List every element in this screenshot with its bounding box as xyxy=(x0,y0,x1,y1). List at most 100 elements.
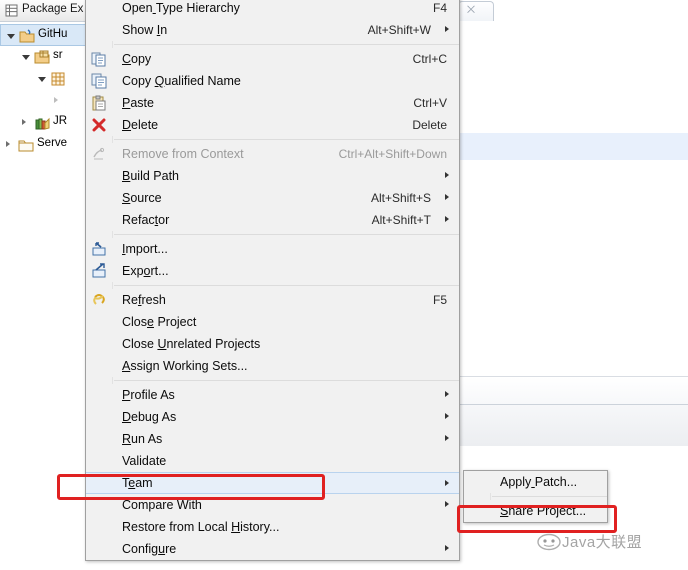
submenu-arrow-icon xyxy=(445,413,449,419)
menu-item-team[interactable]: Team xyxy=(86,472,459,494)
package-icon xyxy=(50,71,66,87)
menu-item-label: Close Unrelated Projects xyxy=(122,337,261,351)
menu-item-open-type-hierarchy[interactable]: Open Type Hierarchy F4 xyxy=(86,0,459,19)
copy-icon xyxy=(91,51,107,67)
menu-item-delete[interactable]: Delete Delete xyxy=(86,114,459,136)
menu-item-export[interactable]: Export... xyxy=(86,260,459,282)
editor-tab[interactable]: ⨉ xyxy=(458,1,494,21)
menu-item-profile-as[interactable]: Profile As xyxy=(86,384,459,406)
submenu-arrow-icon xyxy=(445,391,449,397)
menu-item-shortcut: Ctrl+V xyxy=(413,96,447,110)
menu-item-label: Assign Working Sets... xyxy=(122,359,248,373)
menu-item-paste[interactable]: Paste Ctrl+V xyxy=(86,92,459,114)
source-folder-icon xyxy=(34,49,50,65)
menu-item-label: Validate xyxy=(122,454,167,468)
context-menu-items: Open Type Hierarchy F4 Show In Alt+Shift+W C… xyxy=(86,0,459,560)
menu-item-close-unrelated-projects[interactable]: Close Unrelated Projects xyxy=(86,333,459,355)
submenu-arrow-icon xyxy=(445,216,449,222)
tree-expand-arrow-open-icon[interactable] xyxy=(7,34,15,39)
eclipse-window: Package Ex GitHusrJRServe ⨉ ckage com.so… xyxy=(0,0,688,570)
menu-item-label: Compare With xyxy=(122,498,202,512)
delete-icon xyxy=(91,117,107,133)
menu-item-label: Copy xyxy=(122,52,152,66)
tree-item[interactable] xyxy=(0,90,90,112)
tree-expand-arrow-open-icon[interactable] xyxy=(38,77,46,82)
menu-item-label: Apply Patch... xyxy=(500,475,578,489)
menu-item-apply-patch[interactable]: Apply Patch... xyxy=(464,471,607,493)
menu-item-compare-with[interactable]: Compare With xyxy=(86,494,459,516)
menu-item-label: Open Type Hierarchy xyxy=(122,1,240,15)
tree-expand-arrow-icon[interactable] xyxy=(22,119,26,125)
menu-item-label: Show In xyxy=(122,23,168,37)
tree-item[interactable]: GitHu xyxy=(0,24,90,46)
menu-separator xyxy=(114,285,459,286)
menu-item-label: Debug As xyxy=(122,410,177,424)
menu-item-assign-working-sets[interactable]: Assign Working Sets... xyxy=(86,355,459,377)
menu-item-copy-qualified-name[interactable]: Copy Qualified Name xyxy=(86,70,459,92)
package-explorer-view: Package Ex GitHu sr JR Serve xyxy=(0,0,90,570)
java-project-icon xyxy=(19,28,35,44)
jre-library-icon xyxy=(34,115,50,131)
menu-item-label: Refresh xyxy=(122,293,166,307)
menu-item-shortcut: Alt+Shift+T xyxy=(371,213,431,227)
menu-item-restore-from-local-history[interactable]: Restore from Local History... xyxy=(86,516,459,538)
project-tree[interactable]: GitHu sr JR Serve xyxy=(0,24,90,156)
export-icon xyxy=(91,263,107,279)
menu-item-label: Profile As xyxy=(122,388,175,402)
tree-item-label: JR xyxy=(53,115,68,127)
tree-item-label: Serve xyxy=(37,137,68,149)
menu-item-close-project[interactable]: Close Project xyxy=(86,311,459,333)
submenu-arrow-icon xyxy=(445,480,449,486)
menu-item-import[interactable]: Import... xyxy=(86,238,459,260)
menu-item-debug-as[interactable]: Debug As xyxy=(86,406,459,428)
tree-expand-arrow-icon[interactable] xyxy=(54,97,58,103)
menu-item-build-path[interactable]: Build Path xyxy=(86,165,459,187)
package-explorer-tab-label: Package Ex xyxy=(22,3,84,15)
menu-item-validate[interactable]: Validate xyxy=(86,450,459,472)
copy-qualified-name-icon xyxy=(91,73,107,89)
menu-item-source[interactable]: Source Alt+Shift+S xyxy=(86,187,459,209)
menu-item-shortcut: Ctrl+C xyxy=(412,52,447,66)
menu-item-label: Import... xyxy=(122,242,168,256)
menu-item-label: Export... xyxy=(122,264,169,278)
tree-item[interactable]: JR xyxy=(0,112,90,134)
menu-item-show-in[interactable]: Show In Alt+Shift+W xyxy=(86,19,459,41)
menu-item-refresh[interactable]: Refresh F5 xyxy=(86,289,459,311)
menu-item-configure[interactable]: Configure xyxy=(86,538,459,560)
menu-item-shortcut: Alt+Shift+S xyxy=(370,191,431,205)
tree-expand-arrow-icon[interactable] xyxy=(6,141,10,147)
tree-item[interactable]: sr xyxy=(0,46,90,68)
menu-item-shortcut: F5 xyxy=(432,293,447,307)
menu-item-shortcut: Delete xyxy=(412,118,447,132)
submenu-arrow-icon xyxy=(445,172,449,178)
import-icon xyxy=(91,241,107,257)
tree-item[interactable] xyxy=(0,68,90,90)
menu-item-label: Refactor xyxy=(122,213,170,227)
menu-separator xyxy=(114,380,459,381)
submenu-arrow-icon xyxy=(445,194,449,200)
menu-item-label: Build Path xyxy=(122,169,179,183)
menu-item-copy[interactable]: Copy Ctrl+C xyxy=(86,48,459,70)
package-explorer-tab[interactable]: Package Ex xyxy=(0,0,90,22)
tree-expand-arrow-open-icon[interactable] xyxy=(22,55,30,60)
context-menu[interactable]: Open Type Hierarchy F4 Show In Alt+Shift+W C… xyxy=(85,0,460,561)
menu-item-run-as[interactable]: Run As xyxy=(86,428,459,450)
menu-item-refactor[interactable]: Refactor Alt+Shift+T xyxy=(86,209,459,231)
editor-tab-close-icon[interactable]: ⨉ xyxy=(467,5,475,16)
paste-icon xyxy=(91,95,107,111)
tree-item[interactable]: Serve xyxy=(0,134,90,156)
tree-item-label: sr xyxy=(53,49,63,61)
menu-item-label: Copy Qualified Name xyxy=(122,74,241,88)
menu-item-remove-from-context: Remove from Context Ctrl+Alt+Shift+Down xyxy=(86,143,459,165)
menu-separator xyxy=(114,44,459,45)
menu-item-label: Team xyxy=(122,476,153,490)
menu-item-share-project[interactable]: Share Project... xyxy=(464,500,607,522)
team-submenu[interactable]: Apply Patch... Share Project... xyxy=(463,470,608,523)
submenu-arrow-icon xyxy=(445,501,449,507)
submenu-arrow-icon xyxy=(445,545,449,551)
menu-item-label: Run As xyxy=(122,432,163,446)
menu-item-label: Share Project... xyxy=(500,504,587,518)
menu-item-shortcut: Ctrl+Alt+Shift+Down xyxy=(338,147,447,161)
menu-item-shortcut: F4 xyxy=(432,1,447,15)
menu-separator xyxy=(114,234,459,235)
